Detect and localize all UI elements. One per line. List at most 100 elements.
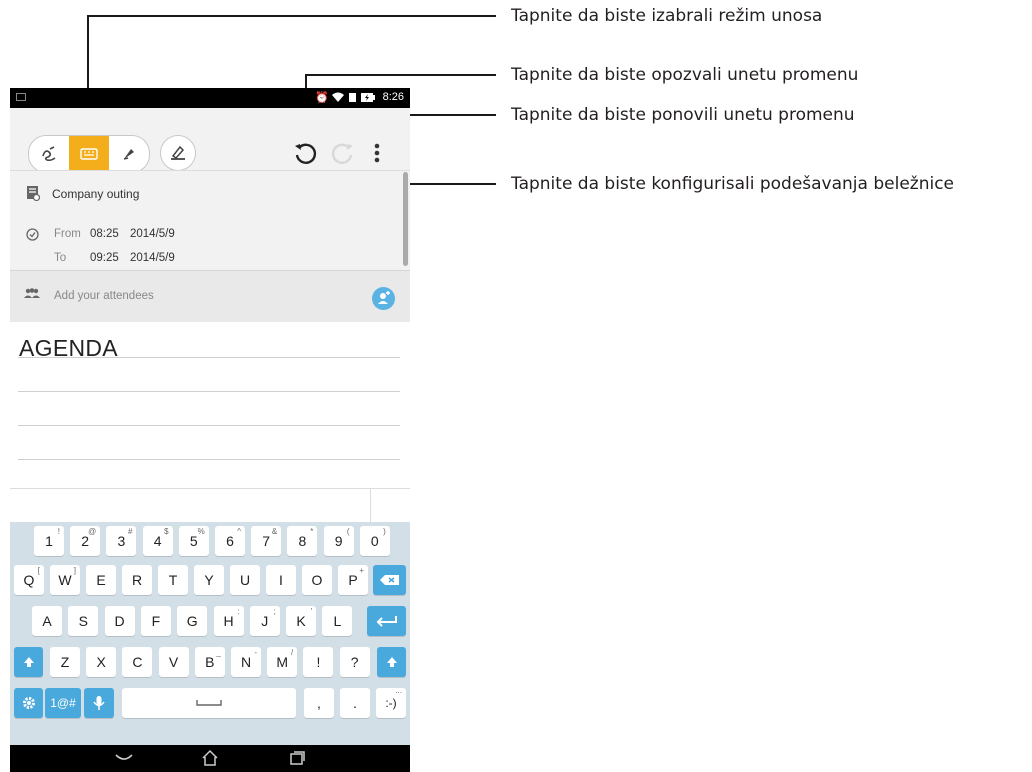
key-5[interactable]: H: xyxy=(213,606,244,636)
date-section: From 08:25 2014/5/9 To 09:25 2014/5/9 xyxy=(10,217,410,271)
key-3[interactable]: V xyxy=(158,647,189,677)
key-6[interactable]: U xyxy=(230,565,260,595)
keyboard: 1! 2 @3 #4 $5% 6 ^ 7 & 8 * 9(0) Q[W] E R T Y U I O P + ASDFG… xyxy=(10,522,410,745)
key-0[interactable]: 1! xyxy=(34,526,64,556)
key-2[interactable]: 3 # xyxy=(106,526,137,556)
key-5[interactable]: 6 ^ xyxy=(215,526,245,556)
key-2[interactable]: D xyxy=(104,606,135,636)
key-1[interactable]: S xyxy=(68,606,99,636)
key-3[interactable]: F xyxy=(140,606,171,636)
redo-button[interactable] xyxy=(330,140,356,166)
key-label: 1 xyxy=(45,533,53,549)
key-label: W xyxy=(58,572,72,588)
period-key[interactable]: . xyxy=(340,688,370,718)
key-1[interactable]: W] xyxy=(50,565,80,595)
enter-icon xyxy=(376,616,397,627)
key-8[interactable]: ? xyxy=(339,647,370,677)
key-1[interactable]: X xyxy=(86,647,117,677)
note-line xyxy=(18,459,400,460)
settings-key[interactable] xyxy=(14,688,43,718)
shift-key-left[interactable] xyxy=(14,647,43,677)
scrollbar[interactable] xyxy=(403,172,408,266)
key-4[interactable]: 5% xyxy=(178,526,209,556)
key-label: Y xyxy=(204,572,214,588)
key-3[interactable]: R xyxy=(122,565,152,595)
menu-button[interactable] xyxy=(370,141,384,165)
key-label: 3 xyxy=(117,533,126,549)
key-label: O xyxy=(311,572,323,588)
attendees-input[interactable]: Add your attendees xyxy=(54,290,154,302)
key-label: M xyxy=(276,654,289,670)
key-8[interactable]: O xyxy=(302,565,332,595)
title-row[interactable]: Company outing xyxy=(10,170,410,218)
navigation-bar xyxy=(10,745,410,772)
key-5[interactable]: N- xyxy=(231,647,261,677)
key-7[interactable]: I xyxy=(266,565,296,595)
key-8[interactable]: 9( xyxy=(323,526,354,556)
key-5[interactable]: Y xyxy=(194,565,224,595)
highlighter-button[interactable] xyxy=(160,135,196,171)
key-1[interactable]: 2 @ xyxy=(70,526,101,556)
smiley-key-alt: ... xyxy=(395,686,402,695)
backspace-key[interactable] xyxy=(373,565,406,595)
key-4[interactable]: G xyxy=(177,606,208,636)
add-attendee-button[interactable] xyxy=(372,287,395,310)
key-2[interactable]: E xyxy=(86,565,116,595)
key-label: N xyxy=(240,654,252,670)
key-7[interactable]: K ' xyxy=(286,606,317,636)
more-vert-icon xyxy=(374,143,380,163)
key-0[interactable]: A xyxy=(32,606,62,636)
undo-button[interactable] xyxy=(292,140,318,166)
key-9[interactable]: P + xyxy=(338,565,368,595)
key-0[interactable]: Q[ xyxy=(14,565,44,595)
key-alt-label: # xyxy=(127,527,133,536)
note-title-icon xyxy=(27,186,40,201)
from-time[interactable]: 08:25 xyxy=(90,228,119,240)
key-alt-label: & xyxy=(271,527,278,536)
note-vertical-divider xyxy=(370,488,371,522)
keyboard-notification-icon xyxy=(16,93,26,101)
key-6[interactable]: M / xyxy=(267,647,298,677)
to-time[interactable]: 09:25 xyxy=(90,252,119,264)
key-4[interactable]: B _ xyxy=(194,647,225,677)
key-0[interactable]: Z xyxy=(50,647,80,677)
draw-mode-button[interactable] xyxy=(109,136,149,172)
key-7[interactable]: 8 * xyxy=(287,526,318,556)
key-label: A xyxy=(42,613,52,629)
key-6[interactable]: J; xyxy=(249,606,280,636)
key-alt-label: $ xyxy=(164,527,169,536)
key-9[interactable]: 0) xyxy=(359,526,390,556)
key-3[interactable]: 4 $ xyxy=(142,526,173,556)
pen-draw-icon xyxy=(123,149,134,160)
alarm-icon: ⏰ xyxy=(315,92,329,104)
note-bottom-divider xyxy=(10,488,410,489)
back-nav-icon[interactable] xyxy=(114,753,134,763)
phone-screen: ⏰ 8:26 Company outing From 08:25 2014/5/… xyxy=(10,88,410,772)
shift-icon xyxy=(23,657,34,667)
smiley-key[interactable]: :-) ... xyxy=(376,686,406,718)
key-2[interactable]: C xyxy=(122,647,153,677)
home-nav-icon[interactable] xyxy=(201,749,219,767)
handwriting-mode-button[interactable] xyxy=(29,136,69,172)
key-label: L xyxy=(333,613,342,629)
gear-icon xyxy=(22,697,35,709)
key-4[interactable]: T xyxy=(158,565,188,595)
keyboard-mode-button[interactable] xyxy=(69,136,109,172)
from-date[interactable]: 2014/5/9 xyxy=(130,228,175,240)
shift-key-right[interactable] xyxy=(377,647,406,677)
enter-key[interactable] xyxy=(367,606,406,636)
key-alt-label: : xyxy=(237,607,240,616)
comma-key[interactable]: , xyxy=(304,688,334,718)
callout-settings: Tapnite da biste konfigurisali podešavan… xyxy=(511,174,955,194)
space-key[interactable] xyxy=(122,688,296,718)
key-7[interactable]: ! xyxy=(303,647,334,677)
note-line xyxy=(18,357,400,358)
key-6[interactable]: 7 & xyxy=(251,526,282,556)
note-body[interactable]: AGENDA xyxy=(10,322,410,522)
key-alt-label: * xyxy=(310,527,314,536)
voice-input-key[interactable] xyxy=(84,688,114,718)
to-date[interactable]: 2014/5/9 xyxy=(130,252,175,264)
key-8[interactable]: L xyxy=(322,606,353,636)
recent-apps-nav-icon[interactable] xyxy=(289,750,305,766)
symbols-key[interactable]: 1@# xyxy=(45,688,81,718)
